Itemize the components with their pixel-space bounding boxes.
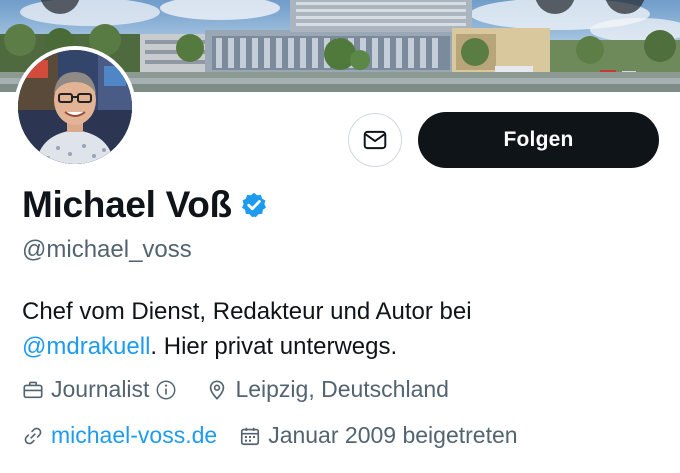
category-item: Journalist — [22, 376, 184, 403]
follow-button-label: Folgen — [503, 128, 574, 151]
profile-bio: Chef vom Dienst, Redakteur und Autor bei… — [22, 294, 642, 364]
location-pin-icon — [210, 379, 225, 400]
avatar[interactable] — [14, 46, 136, 168]
joined-item: Januar 2009 beigetreten — [239, 422, 518, 449]
user-handle: @michael_voss — [22, 236, 192, 263]
location-label: Leipzig, Deutschland — [235, 376, 449, 402]
category-label: Journalist — [51, 376, 150, 402]
avatar-photo — [18, 50, 132, 164]
follow-button[interactable]: Folgen — [418, 112, 659, 168]
profile-meta-row: michael-voss.de Januar 2009 beigetreten — [22, 422, 540, 449]
info-icon[interactable] — [155, 379, 177, 401]
profile-meta-row: Journalist Leipzig, Deutschland — [22, 376, 471, 403]
bio-mention-link[interactable]: @mdrakuell — [22, 333, 150, 360]
link-icon — [24, 427, 42, 444]
location-item: Leipzig, Deutschland — [206, 376, 449, 403]
website-item: michael-voss.de — [22, 422, 217, 449]
bio-text-prefix: Chef vom Dienst, Redakteur und Autor bei — [22, 298, 472, 325]
verified-badge-icon[interactable] — [240, 191, 268, 219]
envelope-icon — [363, 130, 387, 150]
message-button[interactable] — [348, 113, 402, 167]
briefcase-icon — [23, 381, 43, 398]
display-name: Michael Voß — [22, 184, 268, 226]
joined-label: Januar 2009 beigetreten — [268, 422, 518, 448]
calendar-icon — [241, 427, 260, 445]
display-name-text: Michael Voß — [22, 184, 232, 225]
website-link[interactable]: michael-voss.de — [51, 422, 217, 449]
bio-text-suffix: . Hier privat unterwegs. — [150, 333, 398, 360]
